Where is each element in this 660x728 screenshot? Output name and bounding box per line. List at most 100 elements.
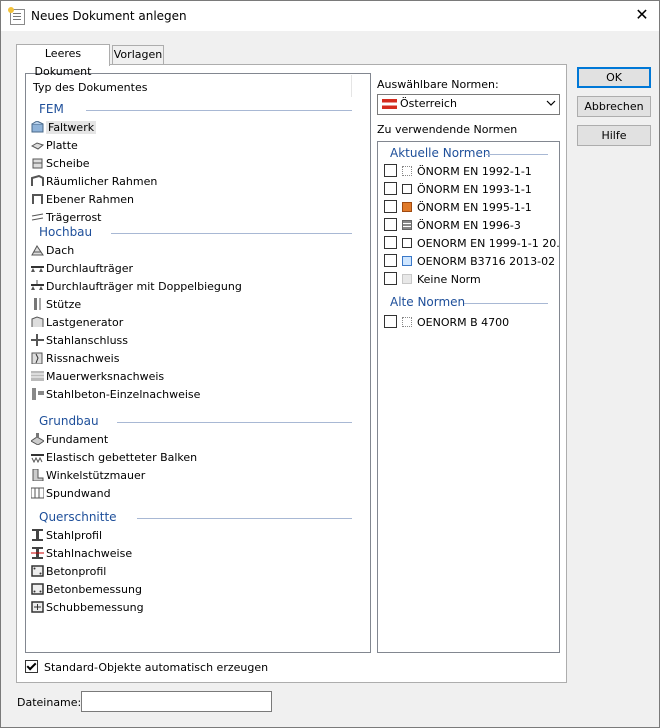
aluminium-norm-icon	[402, 238, 412, 248]
betonbemessung-icon	[31, 583, 44, 595]
spundwand-icon	[30, 487, 45, 499]
auto-objects-option: Standard-Objekte automatisch erzeugen	[25, 660, 268, 674]
divider	[464, 303, 548, 304]
list-item[interactable]: Stahlbeton-Einzelnachweise	[31, 386, 200, 403]
group-heading: Grundbau	[39, 414, 99, 428]
norm-checkbox[interactable]	[384, 315, 397, 328]
list-item[interactable]: Stahlprofil	[31, 527, 102, 544]
document-type-list[interactable]: Typ des Dokumentes FEM Faltwerk Platte Sche…	[25, 73, 371, 653]
list-item-label: Elastisch gebetteter Balken	[46, 451, 198, 464]
stahlnachweise-icon	[31, 547, 44, 559]
header-separator	[351, 75, 352, 97]
group-divider	[137, 518, 352, 519]
fundament-icon	[30, 433, 45, 446]
filename-label: Dateiname:	[17, 696, 82, 709]
traegerrost-icon	[31, 211, 44, 223]
close-icon[interactable]: ✕	[629, 3, 655, 27]
selectable-norms-label: Auswählbare Normen:	[377, 78, 499, 91]
list-item[interactable]: Ebener Rahmen	[31, 191, 134, 208]
list-item[interactable]: Spundwand	[30, 485, 111, 502]
concrete-norm-icon	[402, 317, 412, 327]
auto-objects-label: Standard-Objekte automatisch erzeugen	[44, 661, 269, 674]
list-item[interactable]: Stahlanschluss	[31, 332, 128, 349]
list-item[interactable]: Betonprofil	[31, 563, 106, 580]
mauerwerk-icon	[31, 370, 44, 382]
cancel-button[interactable]: Abbrechen	[577, 96, 651, 117]
norm-item: OENORM B3716 2013-02	[384, 254, 555, 270]
norm-checkbox[interactable]	[384, 272, 397, 285]
list-item[interactable]: Schubbemessung	[31, 599, 144, 616]
list-item[interactable]: Scheibe	[31, 155, 90, 172]
doppelbiegung-icon	[31, 280, 44, 292]
list-item[interactable]: Winkelstützmauer	[31, 467, 145, 484]
austria-flag-icon	[382, 99, 397, 109]
norm-item: ÖNORM EN 1992-1-1	[384, 164, 532, 180]
list-item[interactable]: Durchlaufträger	[31, 260, 133, 277]
list-item[interactable]: Platte	[30, 137, 78, 154]
list-item-label: Betonbemessung	[46, 583, 142, 596]
norm-item: OENORM B 4700	[384, 315, 509, 331]
tab-leeres-dokument[interactable]: Leeres Dokument	[16, 44, 110, 78]
ok-button[interactable]: OK	[577, 67, 651, 88]
list-item[interactable]: Faltwerk	[31, 119, 97, 136]
list-item-label: Winkelstützmauer	[46, 469, 146, 482]
norm-checkbox[interactable]	[384, 236, 397, 249]
group-divider	[86, 110, 352, 111]
list-item[interactable]: Stütze	[31, 296, 81, 313]
window-title: Neues Dokument anlegen	[31, 9, 187, 23]
stahlanschluss-icon	[31, 334, 44, 346]
group-divider	[117, 422, 352, 423]
norm-item: ÖNORM EN 1995-1-1	[384, 200, 532, 216]
list-item-label: Stütze	[46, 298, 82, 311]
title-bar: Neues Dokument anlegen ✕	[1, 1, 659, 31]
tab-panel: Typ des Dokumentes FEM Faltwerk Platte Sche…	[16, 64, 567, 683]
country-dropdown[interactable]: Österreich	[377, 94, 560, 115]
list-item-label: Mauerwerksnachweis	[46, 370, 165, 383]
norm-label: OENORM EN 1999-1-1 20...	[417, 237, 560, 250]
old-norms-heading: Alte Normen	[390, 295, 466, 309]
masonry-norm-icon	[402, 220, 412, 230]
filename-input[interactable]	[81, 691, 272, 712]
norm-checkbox[interactable]	[384, 254, 397, 267]
raeumlicher-rahmen-icon	[31, 174, 44, 187]
list-item-label: Lastgenerator	[46, 316, 124, 329]
list-item[interactable]: Räumlicher Rahmen	[31, 173, 157, 190]
list-item-label: Stahlanschluss	[46, 334, 129, 347]
norm-checkbox[interactable]	[384, 218, 397, 231]
norm-checkbox[interactable]	[384, 200, 397, 213]
list-item-label: Faltwerk	[46, 121, 97, 134]
list-item[interactable]: Elastisch gebetteter Balken	[31, 449, 197, 466]
list-item[interactable]: Rissnachweis	[31, 350, 119, 367]
group-heading: Querschnitte	[39, 510, 117, 524]
group-heading: Hochbau	[39, 225, 93, 239]
list-item[interactable]: Dach	[31, 242, 74, 259]
auto-objects-checkbox[interactable]	[25, 660, 38, 673]
list-item[interactable]: Fundament	[30, 431, 109, 448]
norm-label: ÖNORM EN 1993-1-1	[417, 183, 532, 196]
list-item[interactable]: Mauerwerksnachweis	[31, 368, 164, 385]
glass-norm-icon	[402, 256, 412, 266]
list-item[interactable]: Betonbemessung	[31, 581, 142, 598]
winkelstuetzmauer-icon	[31, 468, 44, 482]
use-norms-label: Zu verwendende Normen	[377, 123, 518, 136]
list-item-label: Trägerrost	[46, 211, 102, 224]
list-item[interactable]: Lastgenerator	[31, 314, 123, 331]
list-item-label: Durchlaufträger mit Doppelbiegung	[46, 280, 242, 293]
norm-checkbox[interactable]	[384, 182, 397, 195]
list-item[interactable]: Trägerrost	[31, 209, 102, 226]
steel-norm-icon	[402, 184, 412, 194]
list-item-label: Stahlprofil	[46, 529, 103, 542]
lastgenerator-icon	[31, 316, 44, 328]
list-item-label: Schubbemessung	[46, 601, 144, 614]
list-item-label: Ebener Rahmen	[46, 193, 135, 206]
list-item-label: Stahlnachweise	[46, 547, 133, 560]
norm-label: ÖNORM EN 1992-1-1	[417, 165, 532, 178]
list-item[interactable]: Stahlnachweise	[31, 545, 132, 562]
help-button[interactable]: Hilfe	[577, 125, 651, 146]
tab-vorlagen[interactable]: Vorlagen	[112, 45, 164, 65]
list-item-label: Dach	[46, 244, 75, 257]
list-item[interactable]: Durchlaufträger mit Doppelbiegung	[31, 278, 242, 295]
norm-checkbox[interactable]	[384, 164, 397, 177]
list-item-label: Fundament	[46, 433, 109, 446]
list-item-label: Räumlicher Rahmen	[46, 175, 158, 188]
